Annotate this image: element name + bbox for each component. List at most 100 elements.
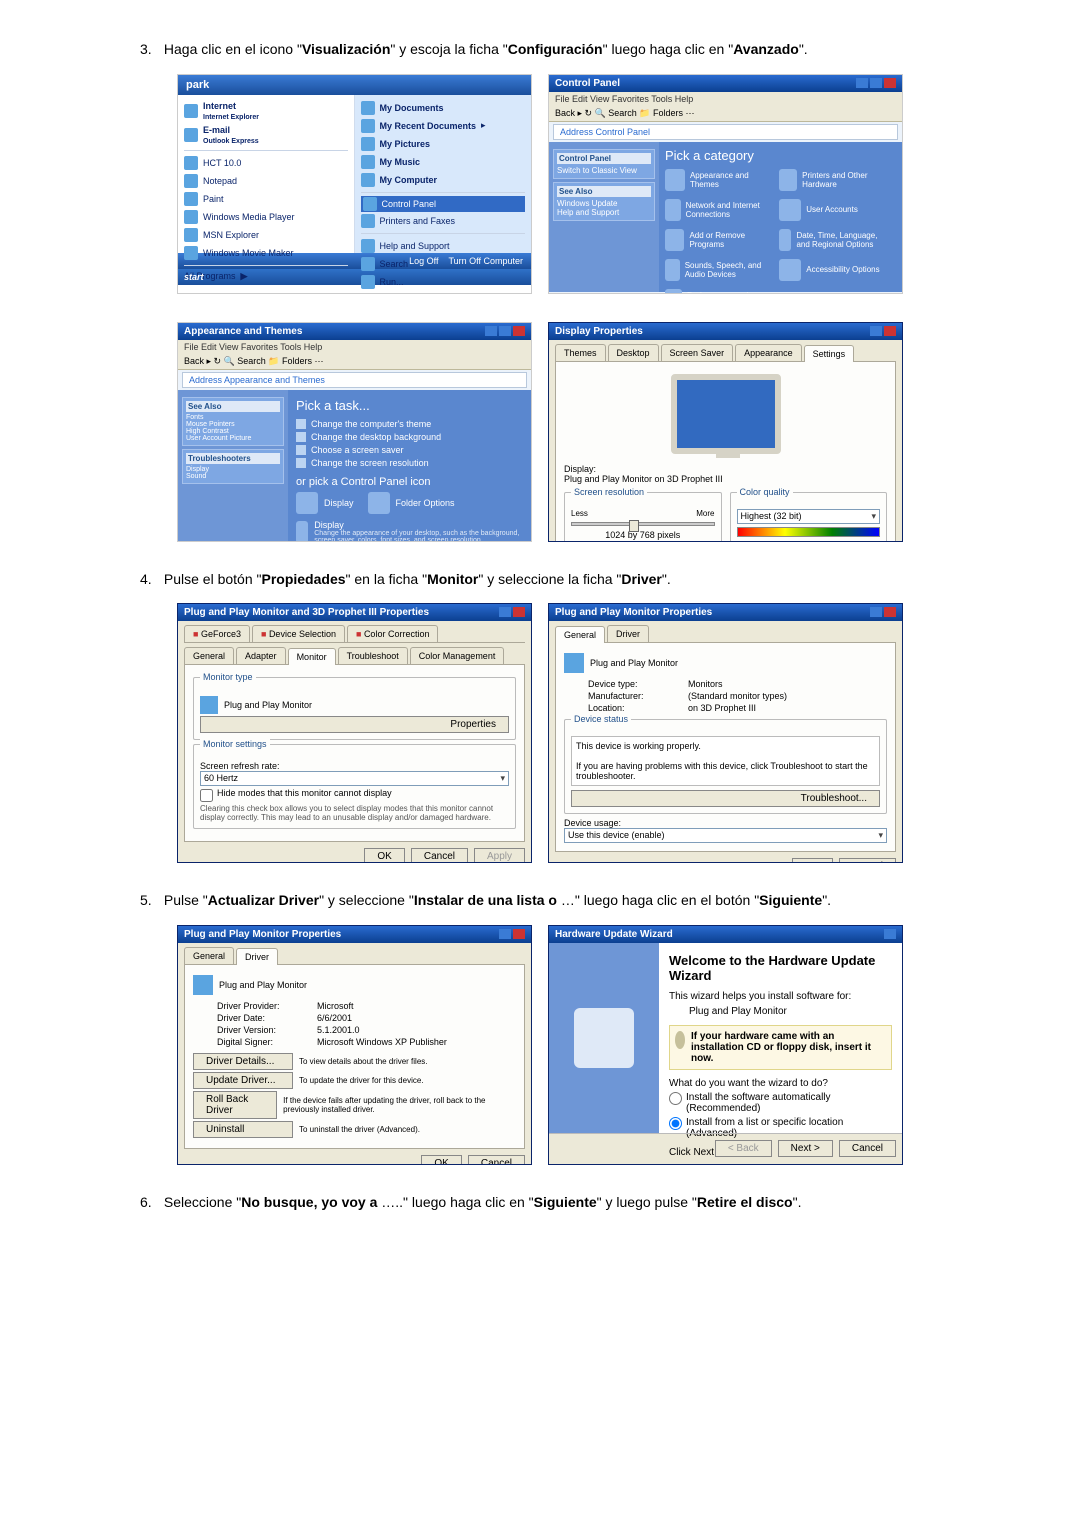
window-title: Control Panel xyxy=(555,78,620,89)
tab-themes[interactable]: Themes xyxy=(555,344,606,361)
ok-button[interactable]: OK xyxy=(792,858,832,863)
cpicon-folders[interactable]: Folder Options xyxy=(368,492,455,514)
cat-appearance[interactable]: Appearance and Themes xyxy=(665,169,771,191)
tab-general[interactable]: General xyxy=(184,647,234,664)
display-icon xyxy=(296,492,318,514)
driver-details-button[interactable]: Driver Details... xyxy=(193,1053,293,1070)
maximize-icon[interactable] xyxy=(870,78,882,88)
apply-button[interactable]: Apply xyxy=(474,848,525,863)
sm-help[interactable]: Help and Support xyxy=(361,237,526,255)
uninstall-button[interactable]: Uninstall xyxy=(193,1121,293,1138)
menu-bar[interactable]: File Edit View Favorites Tools Help xyxy=(178,340,531,354)
sm-notepad[interactable]: Notepad xyxy=(184,172,348,190)
sm-mycomp[interactable]: My Computer xyxy=(361,171,526,189)
paint-icon xyxy=(184,192,198,206)
window-controls[interactable] xyxy=(485,326,525,337)
device-usage-select[interactable]: Use this device (enable) xyxy=(564,828,887,843)
task-res[interactable]: Change the screen resolution xyxy=(296,458,523,468)
cat-network[interactable]: Network and Internet Connections xyxy=(665,199,771,221)
switch-classic-link[interactable]: Switch to Classic View xyxy=(557,166,651,175)
minimize-icon[interactable] xyxy=(856,78,868,88)
address-bar[interactable]: Address Control Panel xyxy=(553,124,898,140)
sm-wmm[interactable]: Windows Movie Maker xyxy=(184,244,348,262)
sm-wmp[interactable]: Windows Media Player xyxy=(184,208,348,226)
tab-settings[interactable]: Settings xyxy=(804,345,855,362)
window-controls[interactable] xyxy=(870,326,896,337)
help-link[interactable]: Help and Support xyxy=(557,208,651,217)
sm-cpanel[interactable]: Control Panel xyxy=(361,196,526,212)
toolbar[interactable]: Back ▸ ↻ 🔍 Search 📁 Folders ⋯ xyxy=(549,106,902,122)
task-theme[interactable]: Change the computer's theme xyxy=(296,419,523,429)
radio-list[interactable] xyxy=(669,1117,682,1130)
turnoff-button[interactable]: Turn Off Computer xyxy=(448,256,523,266)
cancel-button[interactable]: Cancel xyxy=(839,1140,896,1157)
cat-addremove[interactable]: Add or Remove Programs xyxy=(665,229,771,251)
hide-modes-checkbox[interactable] xyxy=(200,789,213,802)
tab-troubleshoot[interactable]: Troubleshoot xyxy=(338,647,408,664)
properties-button[interactable]: Properties xyxy=(200,716,509,733)
tab-colorcorr[interactable]: ■ Color Correction xyxy=(347,625,438,642)
task-bg[interactable]: Change the desktop background xyxy=(296,432,523,442)
tab-adapter[interactable]: Adapter xyxy=(236,647,286,664)
tab-desktop[interactable]: Desktop xyxy=(608,344,659,361)
tab-driver[interactable]: Driver xyxy=(607,625,649,642)
ok-button[interactable]: OK xyxy=(364,848,404,863)
window-controls[interactable] xyxy=(870,607,896,618)
back-button[interactable]: < Back xyxy=(715,1140,772,1157)
tab-appearance[interactable]: Appearance xyxy=(735,344,802,361)
cancel-button[interactable]: Cancel xyxy=(411,848,468,863)
address-bar[interactable]: Address Appearance and Themes xyxy=(182,372,527,388)
tab-general[interactable]: General xyxy=(555,626,605,643)
resolution-slider[interactable] xyxy=(571,522,715,526)
sm-internet[interactable]: InternetInternet Explorer xyxy=(184,99,348,123)
cpicon-display[interactable]: Display xyxy=(296,492,354,514)
radio-auto[interactable] xyxy=(669,1092,682,1105)
tab-monitor[interactable]: Monitor xyxy=(288,648,336,665)
cat-users[interactable]: User Accounts xyxy=(779,199,885,221)
troubleshoot-button[interactable]: Troubleshoot... xyxy=(571,790,880,807)
window-controls[interactable] xyxy=(884,929,896,940)
sm-paint[interactable]: Paint xyxy=(184,190,348,208)
rollback-driver-button[interactable]: Roll Back Driver xyxy=(193,1091,277,1119)
window-controls[interactable] xyxy=(856,78,896,89)
update-driver-button[interactable]: Update Driver... xyxy=(193,1072,293,1089)
tab-driver[interactable]: Driver xyxy=(236,948,278,965)
logoff-button[interactable]: Log Off xyxy=(409,256,438,266)
sm-allprograms[interactable]: All Programs ▶ xyxy=(184,269,348,284)
tab-colormgmt[interactable]: Color Management xyxy=(410,647,505,664)
cat-access[interactable]: Accessibility Options xyxy=(779,259,885,281)
cat-datetime[interactable]: Date, Time, Language, and Regional Optio… xyxy=(779,229,885,251)
winupdate-link[interactable]: Windows Update xyxy=(557,199,651,208)
cancel-button[interactable]: Cancel xyxy=(839,858,896,863)
tab-screensaver[interactable]: Screen Saver xyxy=(661,344,734,361)
tab-geforce[interactable]: ■ GeForce3 xyxy=(184,625,250,642)
sm-email[interactable]: E-mailOutlook Express xyxy=(184,123,348,147)
tab-general[interactable]: General xyxy=(184,947,234,964)
sm-run[interactable]: Run... xyxy=(361,273,526,291)
menu-bar[interactable]: File Edit View Favorites Tools Help xyxy=(549,92,902,106)
sm-hct[interactable]: HCT 10.0 xyxy=(184,154,348,172)
sm-mymusic[interactable]: My Music xyxy=(361,153,526,171)
close-icon[interactable] xyxy=(884,78,896,88)
toolbar[interactable]: Back ▸ ↻ 🔍 Search 📁 Folders ⋯ xyxy=(178,354,531,370)
cancel-button[interactable]: Cancel xyxy=(468,1155,525,1165)
help-icon[interactable] xyxy=(870,326,882,336)
color-quality-select[interactable]: Highest (32 bit) xyxy=(737,509,881,524)
sm-mydocs[interactable]: My Documents xyxy=(361,99,526,117)
cat-perf[interactable]: Performance and Maintenance xyxy=(665,289,771,294)
task-ss[interactable]: Choose a screen saver xyxy=(296,445,523,455)
window-controls[interactable] xyxy=(499,929,525,940)
ok-button[interactable]: OK xyxy=(421,1155,461,1165)
sm-printers[interactable]: Printers and Faxes xyxy=(361,212,526,230)
sm-mypics[interactable]: My Pictures xyxy=(361,135,526,153)
start-menu-header: park xyxy=(178,75,531,95)
close-icon[interactable] xyxy=(884,326,896,336)
cat-printers[interactable]: Printers and Other Hardware xyxy=(779,169,885,191)
sm-msn[interactable]: MSN Explorer xyxy=(184,226,348,244)
refresh-rate-select[interactable]: 60 Hertz xyxy=(200,771,509,786)
sm-recent[interactable]: My Recent Documents ▸ xyxy=(361,117,526,135)
cat-sounds[interactable]: Sounds, Speech, and Audio Devices xyxy=(665,259,771,281)
tab-devsel[interactable]: ■ Device Selection xyxy=(252,625,345,642)
window-controls[interactable] xyxy=(499,607,525,618)
next-button[interactable]: Next > xyxy=(778,1140,833,1157)
